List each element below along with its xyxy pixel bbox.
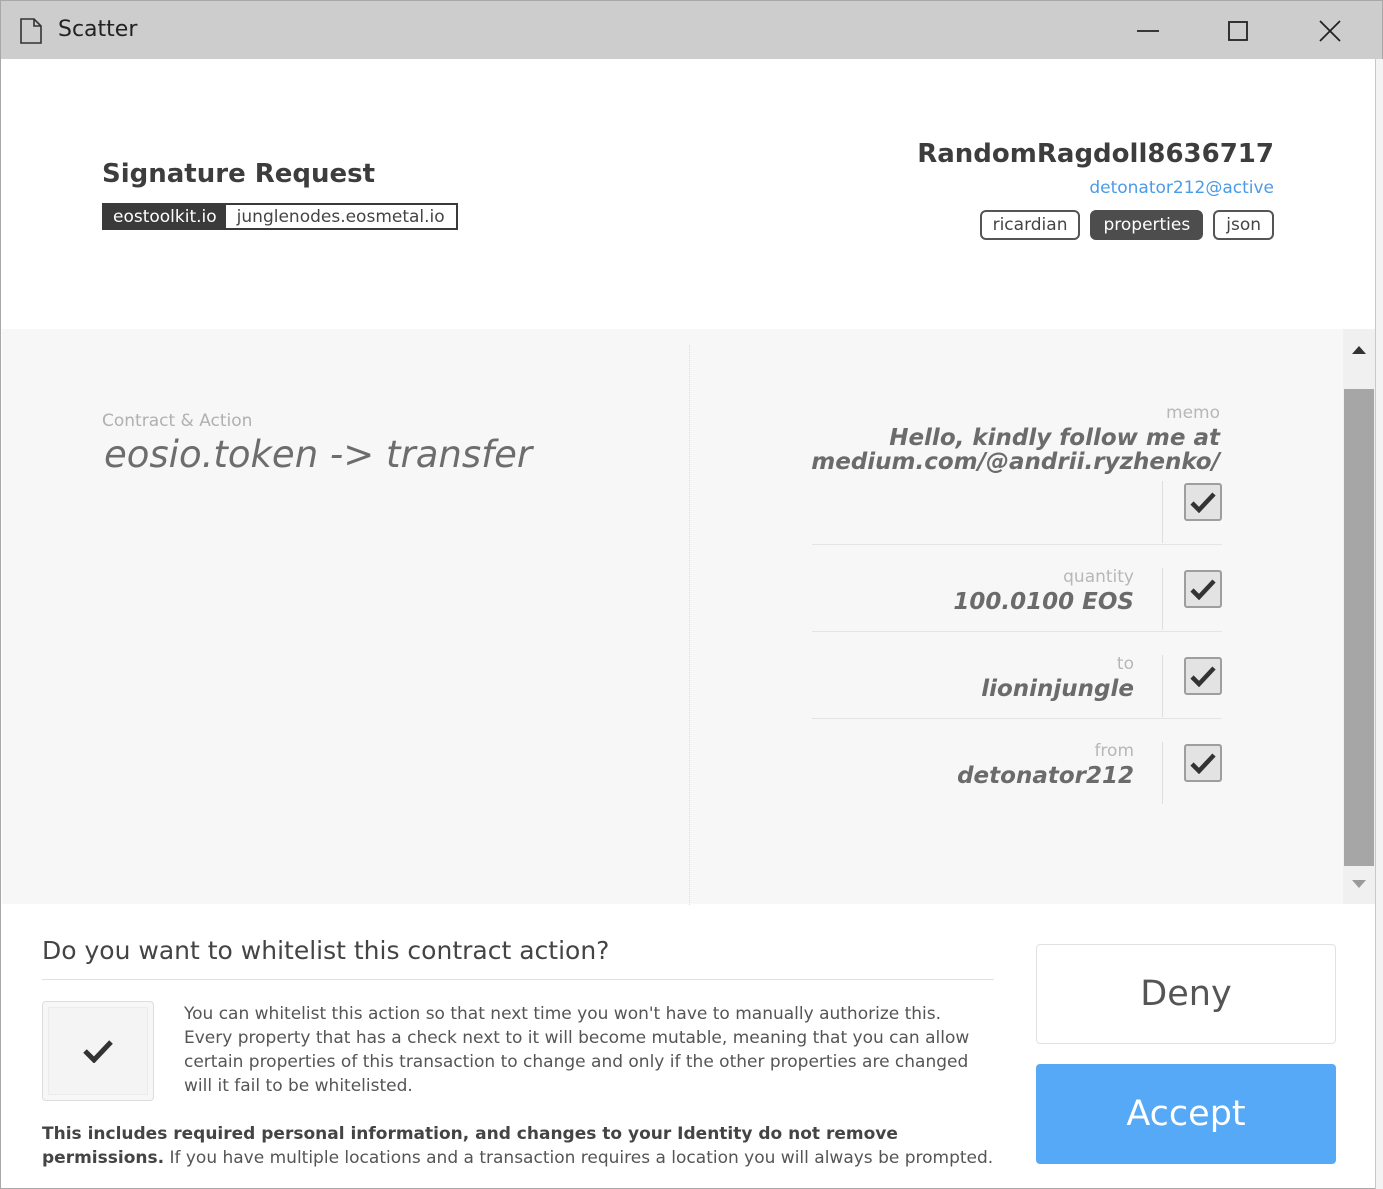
property-separator <box>812 718 1222 719</box>
network-name: junglenodes.eosmetal.io <box>225 205 456 228</box>
property-label-memo: memo <box>1166 403 1220 423</box>
panel-divider <box>689 345 690 905</box>
contract-action-value: eosio.token -> transfer <box>104 433 533 476</box>
property-checkbox-to[interactable] <box>1184 657 1222 695</box>
whitelist-question: Do you want to whitelist this contract a… <box>42 936 610 965</box>
property-divider <box>1162 742 1163 804</box>
checkmark-icon <box>1190 492 1216 513</box>
whitelist-checkbox[interactable] <box>42 1001 154 1101</box>
whitelist-separator <box>42 979 994 980</box>
property-label-quantity: quantity <box>1063 567 1134 587</box>
close-icon <box>1319 20 1341 42</box>
scroll-down-button[interactable] <box>1343 864 1375 904</box>
minimize-button[interactable] <box>1125 9 1171 53</box>
close-button[interactable] <box>1307 9 1353 53</box>
whitelist-note-rest: If you have multiple locations and a tra… <box>164 1148 994 1168</box>
property-divider <box>1162 655 1163 717</box>
whitelist-note: This includes required personal informat… <box>42 1122 997 1170</box>
property-divider <box>1162 568 1163 630</box>
tab-properties[interactable]: properties <box>1090 210 1204 240</box>
checkmark-icon <box>1190 666 1216 687</box>
view-tabs: ricardian properties json <box>979 210 1274 240</box>
property-label-to: to <box>1116 654 1134 674</box>
window-title: Scatter <box>58 17 138 42</box>
property-divider <box>1162 481 1163 543</box>
property-value-from: detonator212 <box>957 763 1134 789</box>
contract-action-label: Contract & Action <box>102 411 253 431</box>
identity-name: RandomRagdoll8636717 <box>917 139 1274 169</box>
maximize-button[interactable] <box>1215 9 1261 53</box>
deny-button[interactable]: Deny <box>1036 944 1336 1044</box>
minimize-icon <box>1137 30 1159 32</box>
property-checkbox-quantity[interactable] <box>1184 570 1222 608</box>
scatter-window: Scatter Signature Request eostoolkit.io … <box>0 0 1383 1189</box>
document-icon <box>20 18 42 44</box>
chevron-down-icon <box>1352 879 1366 888</box>
chevron-up-icon <box>1352 345 1366 354</box>
property-value-memo-line2: medium.com/@andrii.ryzhenko/ <box>811 449 1220 475</box>
origin-tag: eostoolkit.io junglenodes.eosmetal.io <box>102 203 458 230</box>
page-title: Signature Request <box>102 159 376 189</box>
property-checkbox-memo[interactable] <box>1184 483 1222 521</box>
maximize-icon <box>1228 21 1248 41</box>
origin-domain: eostoolkit.io <box>104 205 226 228</box>
property-label-from: from <box>1094 741 1134 761</box>
title-bar[interactable]: Scatter <box>1 1 1382 59</box>
checkmark-icon <box>1190 579 1216 600</box>
scroll-thumb[interactable] <box>1344 389 1374 866</box>
property-checkbox-from[interactable] <box>1184 744 1222 782</box>
property-value-memo-line1: Hello, kindly follow me at <box>889 425 1220 451</box>
checkmark-icon <box>1190 753 1216 774</box>
background-window-edge <box>1375 59 1383 1189</box>
property-value-to: lioninjungle <box>981 676 1134 702</box>
property-separator <box>812 544 1222 545</box>
accept-button[interactable]: Accept <box>1036 1064 1336 1164</box>
scroll-up-button[interactable] <box>1343 329 1375 369</box>
tab-ricardian[interactable]: ricardian <box>979 210 1081 240</box>
property-separator <box>812 631 1222 632</box>
property-value-quantity: 100.0100 EOS <box>953 589 1134 615</box>
details-scrollbar[interactable] <box>1343 329 1375 904</box>
checkmark-icon <box>83 1040 113 1063</box>
whitelist-description: You can whitelist this action so that ne… <box>184 1004 970 1096</box>
account-link[interactable]: detonator212@active <box>1089 178 1274 198</box>
tab-json[interactable]: json <box>1213 210 1274 240</box>
